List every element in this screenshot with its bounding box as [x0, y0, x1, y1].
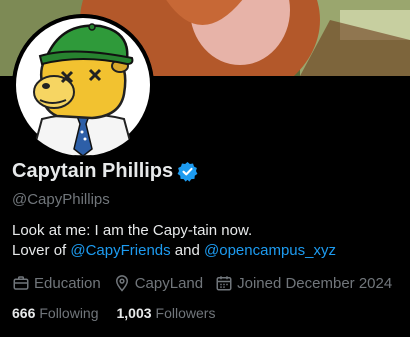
profile-meta: Education CapyLand Joined December 2024 — [12, 274, 404, 292]
following-link[interactable]: 666 Following — [12, 305, 99, 321]
profile-name-row: Capytain Phillips — [12, 160, 198, 183]
mention-link-capyfriends[interactable]: @CapyFriends — [70, 242, 170, 259]
profile-follow-stats: 666 Following 1,003 Followers — [12, 305, 233, 321]
bio-line-1: Look at me: I am the Capy-tain now. — [12, 222, 253, 239]
following-label: Following — [39, 305, 99, 321]
profile-joined-text: Joined December 2024 — [237, 274, 393, 292]
location-pin-icon — [115, 275, 128, 292]
profile-location-text: CapyLand — [134, 274, 204, 292]
profile-avatar[interactable] — [12, 14, 154, 156]
mention-link-opencampus[interactable]: @opencampus_xyz — [204, 242, 336, 259]
avatar-image — [12, 14, 154, 156]
profile-location: CapyLand — [113, 274, 203, 292]
followers-link[interactable]: 1,003 Followers — [117, 305, 216, 321]
profile-joined: Joined December 2024 — [215, 274, 392, 292]
verified-badge-icon[interactable] — [177, 161, 198, 182]
bio-line-2: Lover of @CapyFriends and @opencampus_xy… — [12, 241, 336, 261]
profile-category-text: Education — [34, 274, 101, 292]
profile-handle: @CapyPhillips — [12, 191, 110, 208]
briefcase-icon — [13, 276, 29, 290]
profile-display-name: Capytain Phillips — [12, 160, 174, 182]
bio-text: Lover of — [12, 242, 71, 259]
calendar-icon — [216, 276, 232, 291]
profile-category: Education — [12, 274, 101, 292]
followers-label: Followers — [155, 305, 216, 321]
bio-connector: and — [170, 242, 205, 259]
profile-bio: Look at me: I am the Capy-tain now. Love… — [12, 221, 336, 261]
following-count: 666 — [12, 305, 36, 321]
followers-count: 1,003 — [116, 305, 152, 321]
